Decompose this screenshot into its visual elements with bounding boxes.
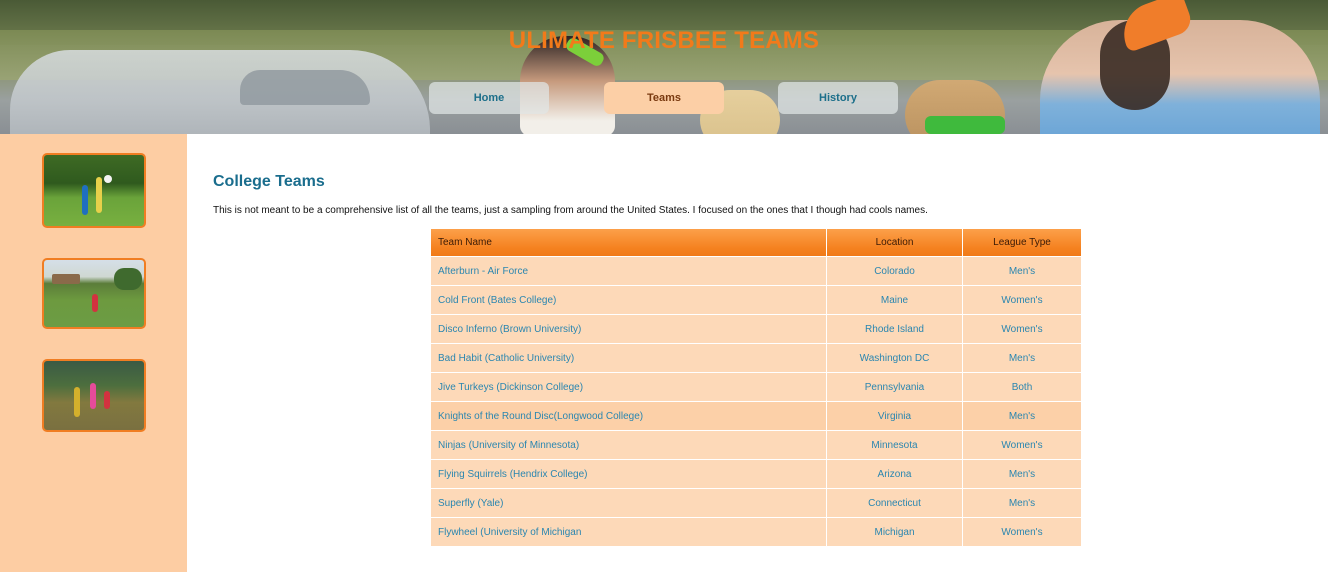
- location-cell: Pennsylvania: [826, 372, 963, 402]
- league-type-cell: Men's: [962, 256, 1081, 286]
- table-row: Afterburn - Air Force Colorado Men's: [431, 256, 1081, 286]
- table-row: Knights of the Round Disc(Longwood Colle…: [431, 401, 1081, 431]
- team-name-cell: Afterburn - Air Force: [431, 256, 827, 286]
- location-cell: Connecticut: [826, 488, 963, 518]
- team-name-cell: Bad Habit (Catholic University): [431, 343, 827, 373]
- intro-text: This is not meant to be a comprehensive …: [213, 205, 928, 216]
- thumb-player: [74, 387, 80, 417]
- sidebar-thumbnail-1[interactable]: [42, 153, 146, 228]
- team-name-cell: Superfly (Yale): [431, 488, 827, 518]
- sidebar-thumbnail-2[interactable]: [42, 258, 146, 329]
- team-name-cell: Ninjas (University of Minnesota): [431, 430, 827, 460]
- page-title: College Teams: [213, 173, 325, 190]
- league-type-cell: Women's: [962, 430, 1081, 460]
- team-name-cell: Knights of the Round Disc(Longwood Colle…: [431, 401, 827, 431]
- nav-home-button[interactable]: Home: [429, 82, 549, 114]
- team-name-cell: Disco Inferno (Brown University): [431, 314, 827, 344]
- column-header-team-name: Team Name: [431, 229, 827, 257]
- thumb-tree: [114, 268, 142, 290]
- table-row: Bad Habit (Catholic University) Washingt…: [431, 343, 1081, 373]
- league-type-cell: Women's: [962, 517, 1081, 546]
- table-header-row: Team Name Location League Type: [431, 229, 1081, 257]
- team-name-cell: Flying Squirrels (Hendrix College): [431, 459, 827, 489]
- banner-car-window: [240, 70, 370, 105]
- header-banner: ULIMATE FRISBEE TEAMS Home Teams History: [0, 0, 1328, 134]
- thumb-player: [96, 177, 102, 213]
- league-type-cell: Men's: [962, 343, 1081, 373]
- table-row: Ninjas (University of Minnesota) Minneso…: [431, 430, 1081, 460]
- table-row: Flywheel (University of Michigan Michiga…: [431, 517, 1081, 546]
- site-title: ULIMATE FRISBEE TEAMS: [508, 27, 820, 54]
- location-cell: Washington DC: [826, 343, 963, 373]
- table-row: Cold Front (Bates College) Maine Women's: [431, 285, 1081, 315]
- column-header-league-type: League Type: [962, 229, 1081, 257]
- league-type-cell: Men's: [962, 401, 1081, 431]
- location-cell: Rhode Island: [826, 314, 963, 344]
- sidebar-thumbnail-3[interactable]: [42, 359, 146, 432]
- league-type-cell: Men's: [962, 488, 1081, 518]
- league-type-cell: Women's: [962, 314, 1081, 344]
- thumb-player: [92, 294, 98, 312]
- league-type-cell: Men's: [962, 459, 1081, 489]
- table-row: Superfly (Yale) Connecticut Men's: [431, 488, 1081, 518]
- banner-headband-3: [925, 116, 1005, 134]
- league-type-cell: Both: [962, 372, 1081, 402]
- thumb-player: [90, 383, 96, 409]
- thumb-building: [52, 274, 80, 284]
- team-name-cell: Cold Front (Bates College): [431, 285, 827, 315]
- location-cell: Arizona: [826, 459, 963, 489]
- column-header-location: Location: [826, 229, 963, 257]
- team-name-cell: Jive Turkeys (Dickinson College): [431, 372, 827, 402]
- location-cell: Virginia: [826, 401, 963, 431]
- nav-teams-button[interactable]: Teams: [604, 82, 724, 114]
- location-cell: Maine: [826, 285, 963, 315]
- frisbee-disc: [104, 175, 112, 183]
- table-row: Jive Turkeys (Dickinson College) Pennsyl…: [431, 372, 1081, 402]
- thumb-player: [104, 391, 110, 409]
- teams-table: Team Name Location League Type Afterburn…: [431, 229, 1081, 546]
- location-cell: Minnesota: [826, 430, 963, 460]
- location-cell: Colorado: [826, 256, 963, 286]
- nav-history-button[interactable]: History: [778, 82, 898, 114]
- table-row: Flying Squirrels (Hendrix College) Arizo…: [431, 459, 1081, 489]
- thumb-player: [82, 185, 88, 215]
- team-name-cell: Flywheel (University of Michigan: [431, 517, 827, 546]
- location-cell: Michigan: [826, 517, 963, 546]
- table-row: Disco Inferno (Brown University) Rhode I…: [431, 314, 1081, 344]
- league-type-cell: Women's: [962, 285, 1081, 315]
